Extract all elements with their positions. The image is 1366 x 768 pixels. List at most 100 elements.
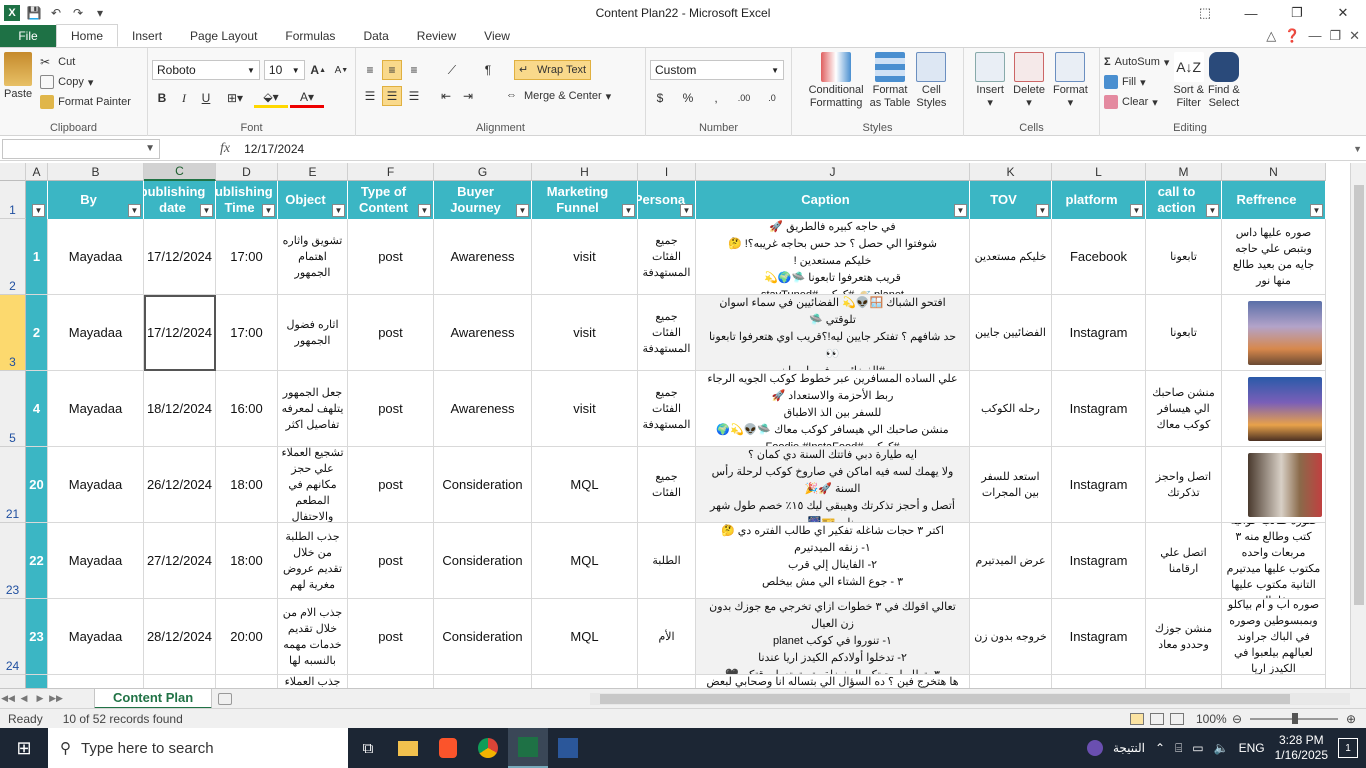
table-cell-partial[interactable] xyxy=(348,675,434,688)
table-cell-funnel[interactable]: visit xyxy=(532,219,638,295)
zoom-slider-thumb[interactable] xyxy=(1292,713,1298,724)
table-cell-partial[interactable] xyxy=(1146,675,1222,688)
zoom-in-icon[interactable]: ⊕ xyxy=(1346,712,1356,726)
tray-chevron-icon[interactable]: ⌃ xyxy=(1155,741,1165,755)
underline-button[interactable]: U xyxy=(196,88,216,108)
brave-browser-icon[interactable] xyxy=(428,728,468,768)
table-cell-cta[interactable]: منشن صاحبك الي هيسافر كوكب معاك xyxy=(1146,371,1222,447)
column-header-h[interactable]: H xyxy=(532,163,638,181)
orientation-icon[interactable]: ⟋ xyxy=(442,60,462,80)
table-cell-id[interactable]: 20 xyxy=(26,447,48,523)
chrome-icon[interactable] xyxy=(468,728,508,768)
table-cell-cta[interactable]: منشن جوزك وحددو معاد xyxy=(1146,599,1222,675)
table-cell-type[interactable]: post xyxy=(348,371,434,447)
row-header[interactable]: 5 xyxy=(0,371,26,447)
table-cell-cta[interactable]: تابعونا xyxy=(1146,219,1222,295)
wrap-text-button[interactable]: ↵ Wrap Text xyxy=(514,60,592,80)
table-cell-object[interactable]: جذب الطلبة من خلال تقديم عروض مغرية لهم xyxy=(278,523,348,599)
copy-button[interactable]: Copy ▾ xyxy=(40,72,131,92)
align-left-icon[interactable]: ☰ xyxy=(360,86,380,106)
table-cell-time[interactable]: 17:00 xyxy=(216,219,278,295)
volume-icon[interactable]: 🔈 xyxy=(1214,741,1229,755)
align-top-icon[interactable]: ≡ xyxy=(360,60,380,80)
sheet-tab-content-plan[interactable]: Content Plan xyxy=(94,688,213,709)
table-cell-persona[interactable]: جميع الفئات المستهدفة xyxy=(638,295,696,371)
table-cell-object[interactable]: اثاره فضول الجمهور xyxy=(278,295,348,371)
table-cell-partial[interactable] xyxy=(638,675,696,688)
insert-sheet-icon[interactable] xyxy=(218,692,233,705)
table-cell-by[interactable]: Mayadaa xyxy=(48,219,144,295)
table-cell-object[interactable]: جعل الجمهور يتلهف لمعرفه تفاصيل اكثر xyxy=(278,371,348,447)
column-header-e[interactable]: E xyxy=(278,163,348,181)
merge-center-button[interactable]: ⇔ Merge & Center ▾ xyxy=(506,86,611,106)
table-cell-id[interactable]: 4 xyxy=(26,371,48,447)
page-layout-view-icon[interactable] xyxy=(1150,712,1164,725)
expand-formula-icon[interactable]: ▼ xyxy=(1353,144,1362,154)
table-cell-persona[interactable]: جميع الفئات المستهدفة xyxy=(638,371,696,447)
file-explorer-icon[interactable] xyxy=(388,728,428,768)
column-header-n[interactable]: N xyxy=(1222,163,1326,181)
table-cell-caption[interactable]: تعالي اقولك في ٣ خطوات ازاي تخرجي مع جوز… xyxy=(696,599,970,675)
table-cell-type[interactable]: post xyxy=(348,599,434,675)
delete-cells-button[interactable]: Delete ▾ xyxy=(1013,52,1045,110)
save-icon[interactable]: 💾 xyxy=(26,6,42,20)
table-cell-partial[interactable] xyxy=(434,675,532,688)
table-cell-journey[interactable]: Consideration xyxy=(434,523,532,599)
autosum-button[interactable]: Σ AutoSum ▾ xyxy=(1104,52,1169,72)
collapse-ribbon-icon[interactable]: △ xyxy=(1266,28,1276,44)
clock[interactable]: 3:28 PM 1/16/2025 xyxy=(1275,733,1328,763)
column-header-l[interactable]: L xyxy=(1052,163,1146,181)
table-cell-by[interactable]: Mayadaa xyxy=(48,523,144,599)
close-workbook-icon[interactable]: ✕ xyxy=(1349,28,1360,44)
table-cell-partial[interactable]: جذب العملاء xyxy=(278,675,348,688)
table-cell-funnel[interactable]: MQL xyxy=(532,599,638,675)
grow-font-icon[interactable]: A ▲ xyxy=(309,60,328,80)
format-painter-button[interactable]: Format Painter xyxy=(40,92,131,112)
table-cell-type[interactable]: post xyxy=(348,447,434,523)
close-button[interactable]: ✕ xyxy=(1320,0,1366,26)
table-cell-id[interactable]: 22 xyxy=(26,523,48,599)
increase-decimal-icon[interactable]: .00 xyxy=(734,88,754,108)
table-cell-object[interactable]: جذب الام من خلال تقديم خدمات مهمه بالنسب… xyxy=(278,599,348,675)
column-header-j[interactable]: J xyxy=(696,163,970,181)
table-cell-funnel[interactable]: MQL xyxy=(532,447,638,523)
column-header-d[interactable]: D xyxy=(216,163,278,181)
tab-view[interactable]: View xyxy=(470,25,524,47)
table-cell-date[interactable]: 28/12/2024 xyxy=(144,599,216,675)
column-header-k[interactable]: K xyxy=(970,163,1052,181)
comma-button[interactable]: , xyxy=(706,88,726,108)
filter-dropdown-icon[interactable]: ▼ xyxy=(200,204,213,217)
table-cell-tov[interactable]: خروجه بدون زن xyxy=(970,599,1052,675)
table-cell-journey[interactable]: Awareness xyxy=(434,371,532,447)
vertical-scrollbar[interactable] xyxy=(1350,163,1366,688)
row-header[interactable]: 3 xyxy=(0,295,26,371)
help-icon[interactable]: ❓ xyxy=(1284,28,1300,44)
table-cell-persona[interactable]: الطلبة xyxy=(638,523,696,599)
table-cell-persona[interactable]: الأم xyxy=(638,599,696,675)
table-cell-tov[interactable]: الفضائيين جايين xyxy=(970,295,1052,371)
insert-function-icon[interactable]: fx xyxy=(220,141,230,157)
tab-review[interactable]: Review xyxy=(403,25,470,47)
table-cell-partial[interactable] xyxy=(144,675,216,688)
minimize-button[interactable]: — xyxy=(1228,0,1274,26)
battery-icon[interactable]: ▭ xyxy=(1192,741,1203,755)
table-cell-ref[interactable] xyxy=(1222,295,1326,371)
number-format-select[interactable]: Custom ▼ xyxy=(650,60,784,80)
table-cell-ref[interactable] xyxy=(1222,447,1326,523)
table-cell-time[interactable]: 18:00 xyxy=(216,523,278,599)
table-cell-date[interactable]: 18/12/2024 xyxy=(144,371,216,447)
table-cell-tov[interactable]: استعد للسفر بين المجرات xyxy=(970,447,1052,523)
shrink-font-icon[interactable]: A ▼ xyxy=(332,60,351,80)
row-header-1[interactable]: 1 xyxy=(0,181,26,219)
table-cell-type[interactable]: post xyxy=(348,219,434,295)
undo-icon[interactable]: ↶ xyxy=(48,6,64,20)
taskbar-search[interactable]: ⚲ Type here to search xyxy=(48,728,348,768)
table-cell-platform[interactable]: Facebook xyxy=(1052,219,1146,295)
table-cell-date[interactable]: 26/12/2024 xyxy=(144,447,216,523)
first-sheet-icon[interactable]: ◀◀ xyxy=(0,693,16,704)
text-direction-icon[interactable]: ¶ xyxy=(478,60,498,80)
weather-text[interactable]: النتيجة xyxy=(1113,741,1145,755)
filter-dropdown-icon[interactable]: ▼ xyxy=(332,204,345,217)
decrease-indent-icon[interactable]: ⇤ xyxy=(436,86,456,106)
tab-data[interactable]: Data xyxy=(349,25,402,47)
